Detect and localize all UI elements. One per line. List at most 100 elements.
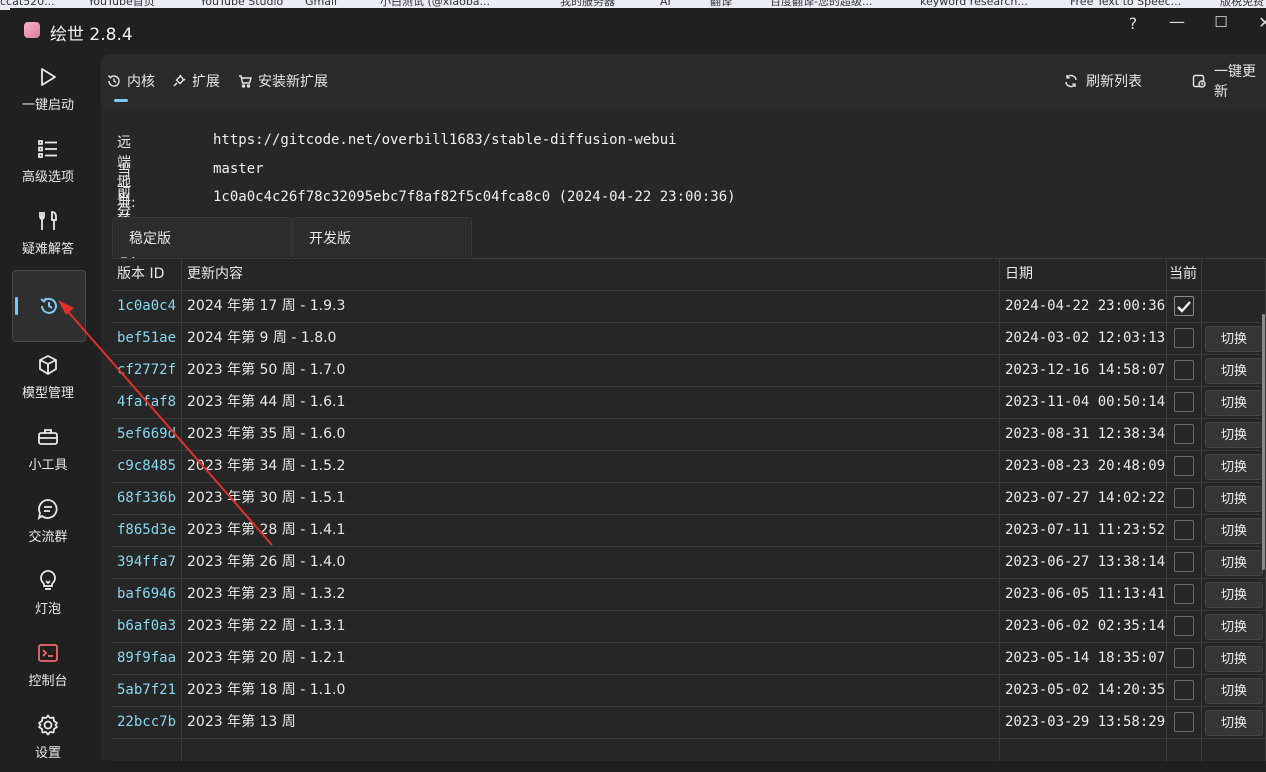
cube-icon [37,354,59,376]
version-id: 68f336b [117,490,177,506]
switch-button[interactable]: 切换 [1205,646,1263,672]
version-id: bef51ae [117,330,177,346]
sidebar-item-models[interactable]: 模型管理 [12,342,84,412]
version-id: f865d3e [117,522,177,538]
version-description: 2024 年第 9 周 - 1.8.0 [187,330,337,346]
header-date[interactable]: 日期 [1000,259,1166,290]
sidebar-item-label: 交流群 [28,529,68,545]
sidebar-item-label: 控制台 [28,673,68,689]
current-checkbox[interactable] [1174,712,1194,732]
version-date: 2023-08-31 12:38:34 [1005,426,1166,442]
sidebar-item-console[interactable]: 控制台 [12,630,84,700]
tab-dev[interactable]: 开发版 [292,217,472,257]
switch-button[interactable]: 切换 [1205,550,1263,576]
table-scrollbar[interactable] [1262,314,1265,570]
switch-button[interactable]: 切换 [1205,454,1263,480]
version-id: 22bcc7b [117,714,177,730]
table-row[interactable]: 5ef669d 2023 年第 35 周 - 1.6.0 2023-08-31 12… [112,419,1266,451]
sidebar-item-settings[interactable]: 设置 [12,702,84,772]
maximize-button[interactable]: ☐ [1206,13,1236,31]
update-all-button[interactable]: 一键更新 [1192,64,1266,100]
tab-stable[interactable]: 稳定版 [112,217,292,257]
switch-button[interactable]: 切换 [1205,486,1263,512]
version-date: 2024-04-22 23:00:36 [1005,298,1166,314]
table-row[interactable]: f865d3e 2023 年第 28 周 - 1.4.1 2023-07-11 11… [112,515,1266,547]
header-current[interactable]: 当前 [1166,259,1200,290]
refresh-icon [1064,74,1078,88]
history-icon [38,295,60,317]
header-description[interactable]: 更新内容 [182,259,998,290]
current-checkbox[interactable] [1174,456,1194,476]
table-row[interactable]: baf6946 2023 年第 23 周 - 1.3.2 2023-06-05 11… [112,579,1266,611]
sidebar-item-bulb[interactable]: 灯泡 [12,558,84,628]
table-row[interactable]: bef51ae 2024 年第 9 周 - 1.8.0 2024-03-02 12:… [112,323,1266,355]
title-bar: 绘世 2.8.4 ? — ☐ ✕ [10,8,1266,54]
version-id: 1c0a0c4 [117,298,177,314]
switch-button[interactable]: 切换 [1205,614,1263,640]
sidebar-item-launch[interactable]: 一键启动 [12,54,84,124]
version-id: 394ffa7 [117,554,177,570]
version-description: 2023 年第 20 周 - 1.2.1 [187,650,346,666]
current-cell [1166,515,1200,546]
switch-button[interactable]: 切换 [1205,678,1263,704]
switch-button[interactable]: 切换 [1205,358,1263,384]
minimize-button[interactable]: — [1162,12,1192,31]
current-checkbox-checked[interactable] [1174,296,1194,316]
sidebar-item-community[interactable]: 交流群 [12,486,84,556]
action-cell: 切换 [1202,675,1266,706]
current-checkbox[interactable] [1174,488,1194,508]
switch-button[interactable]: 切换 [1205,582,1263,608]
tab-install-extension[interactable]: 安装新扩展 [238,70,328,92]
plug-icon [172,74,186,88]
help-icon[interactable]: ? [1118,14,1148,33]
switch-button[interactable]: 切换 [1205,422,1263,448]
switch-button[interactable]: 切换 [1205,518,1263,544]
table-row[interactable]: cf2772f 2023 年第 50 周 - 1.7.0 2023-12-16 14… [112,355,1266,387]
version-id: 5ef669d [117,426,177,442]
active-tab-underline [114,99,128,102]
sidebar-item-version[interactable] [12,270,86,342]
current-checkbox[interactable] [1174,424,1194,444]
switch-button[interactable]: 切换 [1205,710,1263,736]
console-icon [37,642,59,664]
current-checkbox[interactable] [1174,680,1194,700]
version-description: 2023 年第 28 周 - 1.4.1 [187,522,346,538]
table-row[interactable]: 68f336b 2023 年第 30 周 - 1.5.1 2023-07-27 14… [112,483,1266,515]
version-description: 2023 年第 22 周 - 1.3.1 [187,618,346,634]
version-date: 2023-08-23 20:48:09 [1005,458,1166,474]
refresh-list-button[interactable]: 刷新列表 [1064,70,1142,92]
table-row[interactable]: b6af0a3 2023 年第 22 周 - 1.3.1 2023-06-02 02… [112,611,1266,643]
current-checkbox[interactable] [1174,584,1194,604]
table-row[interactable]: 89f9faa 2023 年第 20 周 - 1.2.1 2023-05-14 18… [112,643,1266,675]
close-button[interactable]: ✕ [1250,13,1266,32]
switch-button[interactable]: 切换 [1205,326,1263,352]
current-checkbox[interactable] [1174,552,1194,572]
current-checkbox[interactable] [1174,616,1194,636]
current-checkbox[interactable] [1174,392,1194,412]
current-checkbox[interactable] [1174,328,1194,348]
version-description: 2023 年第 26 周 - 1.4.0 [187,554,346,570]
version-id: baf6946 [117,586,177,602]
sidebar: 一键启动 高级选项 疑难解答 模型管理 小工具 交流群 灯泡 控制台 设置 [10,54,90,761]
current-checkbox[interactable] [1174,648,1194,668]
version-description: 2023 年第 13 周 [187,714,296,730]
version-description: 2024 年第 17 周 - 1.9.3 [187,298,346,314]
current-checkbox[interactable] [1174,520,1194,540]
remote-url-value: https://gitcode.net/overbill1683/stable-… [213,132,677,148]
tab-core[interactable]: 内核 [107,70,155,92]
current-checkbox[interactable] [1174,360,1194,380]
tab-extensions[interactable]: 扩展 [172,70,220,92]
table-row[interactable]: c9c8485 2023 年第 34 周 - 1.5.2 2023-08-23 20… [112,451,1266,483]
table-row[interactable]: 5ab7f21 2023 年第 18 周 - 1.1.0 2023-05-02 14… [112,675,1266,707]
action-cell [1202,291,1266,322]
toolbox-icon [37,426,59,448]
table-row[interactable]: 4fafaf8 2023 年第 44 周 - 1.6.1 2023-11-04 00… [112,387,1266,419]
table-row[interactable]: 22bcc7b 2023 年第 13 周 2023-03-29 13:58:29 切换 [112,707,1266,739]
sidebar-item-troubleshoot[interactable]: 疑难解答 [12,198,84,268]
table-row[interactable]: 394ffa7 2023 年第 26 周 - 1.4.0 2023-06-27 13… [112,547,1266,579]
header-version-id[interactable]: 版本 ID [112,259,180,290]
table-row[interactable]: 1c0a0c4 2024 年第 17 周 - 1.9.3 2024-04-22 23… [112,291,1266,323]
sidebar-item-advanced[interactable]: 高级选项 [12,126,84,196]
sidebar-item-tools[interactable]: 小工具 [12,414,84,484]
switch-button[interactable]: 切换 [1205,390,1263,416]
